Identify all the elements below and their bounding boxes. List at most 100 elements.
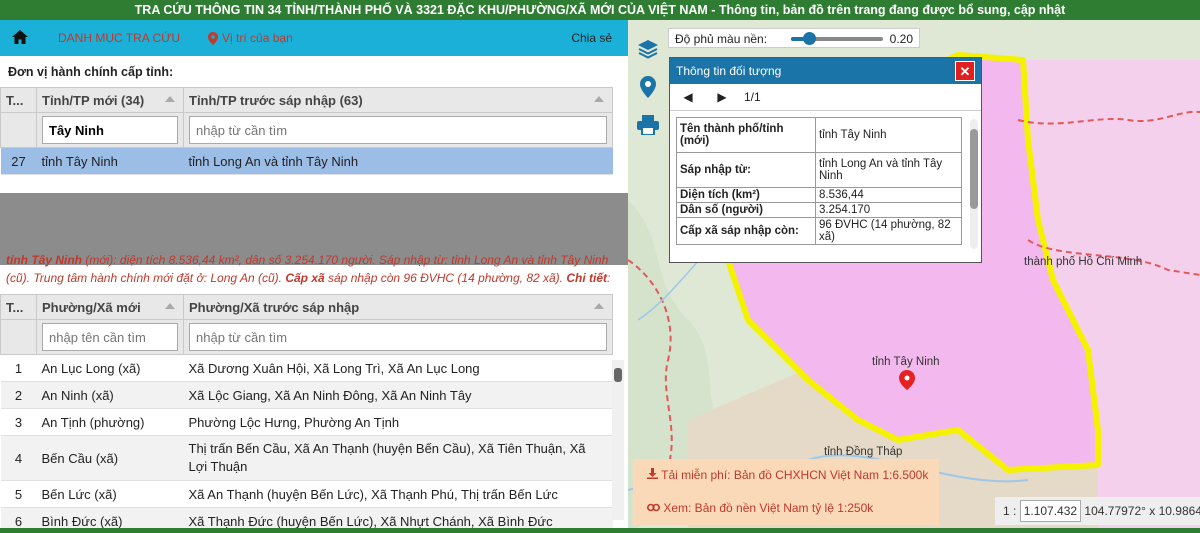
view-link-basemap[interactable]: Xem: Bản đồ nền Việt Nam tỷ lệ 1:250k	[633, 492, 939, 525]
popup-key: Tên thành phố/tỉnh (mới)	[676, 117, 816, 153]
summary-label-2: Cấp xã	[285, 271, 325, 285]
layers-icon[interactable]	[635, 34, 661, 64]
print-icon[interactable]	[635, 110, 661, 140]
popup-value: 96 ĐVHC (14 phường, 82 xã)	[815, 217, 962, 245]
popup-value: tỉnh Long An và tỉnh Tây Ninh	[815, 152, 962, 188]
link-icon	[647, 503, 660, 512]
summary-name: tỉnh Tây Ninh	[6, 253, 82, 267]
col-header-old-province-label: Tỉnh/TP trước sáp nhập (63)	[189, 92, 363, 108]
row-old-ward: Xã An Thạnh (huyện Bến Lức), Xã Thạnh Ph…	[183, 480, 613, 508]
download-icon	[647, 468, 658, 479]
page-subtitle: - Thông tin, bản đồ trên trang đang được…	[707, 3, 1066, 17]
popup-page-indicator: 1/1	[744, 90, 761, 104]
scale-input[interactable]: 1.107.432	[1019, 500, 1082, 522]
popup-value: tỉnh Tây Ninh	[815, 117, 962, 153]
popup-row: Tên thành phố/tỉnh (mới) tỉnh Tây Ninh	[676, 117, 962, 153]
ward-table-scrollbar[interactable]	[612, 360, 624, 520]
col-header-index[interactable]: T...	[0, 87, 37, 113]
row-new-ward: Bến Cầu (xã)	[36, 435, 184, 481]
col-header-index[interactable]: T...	[0, 294, 37, 320]
col-header-new-ward[interactable]: Phường/Xã mới	[36, 294, 184, 320]
sort-icon	[165, 96, 175, 102]
map-pin-icon	[208, 31, 219, 45]
row-index: 2	[0, 381, 37, 409]
row-old-ward: Xã Lộc Giang, Xã An Ninh Đông, Xã An Nin…	[183, 381, 613, 409]
scrollbar-thumb[interactable]	[970, 129, 978, 209]
summary-text-2: sáp nhập còn 96 ĐVHC (14 phường, 82 xã).	[324, 271, 567, 285]
prev-arrow-icon[interactable]: ◀	[680, 90, 696, 104]
home-icon[interactable]	[0, 29, 40, 47]
ward-filter-row	[0, 319, 613, 355]
table-row[interactable]: 2 An Ninh (xã) Xã Lộc Giang, Xã An Ninh …	[0, 381, 613, 409]
popup-pager: ◀ ▶ 1/1	[670, 84, 981, 111]
next-arrow-icon[interactable]: ▶	[714, 90, 730, 104]
col-header-new-province[interactable]: Tỉnh/TP mới (34)	[36, 87, 184, 113]
scrollbar-thumb[interactable]	[614, 368, 622, 382]
download-panel: Tải miễn phí: Bản đồ CHXHCN Việt Nam 1:6…	[633, 459, 939, 525]
popup-scrollbar[interactable]	[970, 119, 978, 249]
navbar: DANH MỤC TRA CỨU Vị trí của bạn Chia sẻ	[0, 20, 628, 56]
ward-header-row: T... Phường/Xã mới Phường/Xã trước sáp n…	[0, 294, 613, 320]
sort-icon	[594, 303, 604, 309]
view-link-basemap-label: Xem: Bản đồ nền Việt Nam tỷ lệ 1:250k	[663, 501, 874, 515]
close-icon[interactable]: ✕	[955, 61, 975, 81]
row-new-ward: An Lục Long (xã)	[36, 354, 184, 382]
row-index: 27	[0, 147, 37, 175]
opacity-slider[interactable]	[791, 32, 883, 45]
row-old-province: tỉnh Long An và tỉnh Tây Ninh	[183, 147, 613, 175]
row-index: 4	[0, 435, 37, 481]
popup-title: Thông tin đối tượng	[676, 64, 782, 78]
map-label-tay-ninh: tỉnh Tây Ninh	[872, 356, 940, 368]
province-header-row: T... Tỉnh/TP mới (34) Tỉnh/TP trước sáp …	[0, 87, 613, 113]
nav-location-link[interactable]: Vị trí của bạn	[208, 31, 293, 45]
download-link-map[interactable]: Tải miễn phí: Bản đồ CHXHCN Việt Nam 1:6…	[633, 459, 939, 492]
province-old-filter-input[interactable]	[189, 116, 607, 144]
share-link[interactable]: Chia sẻ	[571, 31, 612, 45]
row-old-ward: Phường Lộc Hưng, Phường An Tịnh	[183, 408, 613, 436]
col-header-new-ward-label: Phường/Xã mới	[42, 299, 141, 315]
popup-key: Sáp nhập từ:	[676, 152, 816, 188]
nav-catalog-link[interactable]: DANH MỤC TRA CỨU	[58, 31, 180, 45]
col-header-old-ward[interactable]: Phường/Xã trước sáp nhập	[183, 294, 613, 320]
location-pin-icon[interactable]	[635, 72, 661, 102]
scale-coordinates-box: 1 : 1.107.432 104.77972° x 10.9864	[995, 497, 1200, 525]
popup-row: Cấp xã sáp nhập còn: 96 ĐVHC (14 phường, …	[676, 217, 962, 245]
row-new-ward: Bến Lức (xã)	[36, 480, 184, 508]
sort-icon	[594, 96, 604, 102]
popup-key: Diện tích (km²)	[676, 187, 816, 203]
row-old-ward: Xã Dương Xuân Hội, Xã Long Trì, Xã An Lụ…	[183, 354, 613, 382]
scale-prefix: 1 :	[1003, 504, 1017, 518]
row-index: 1	[0, 354, 37, 382]
province-summary: tỉnh Tây Ninh (mới): diện tích 8.536,44 …	[6, 251, 622, 287]
row-new-ward: An Tịnh (phường)	[36, 408, 184, 436]
map-label-dong-thap: tỉnh Đồng Tháp	[824, 446, 903, 458]
summary-label-3: Chi tiết	[566, 271, 608, 285]
popup-info-table: Tên thành phố/tỉnh (mới) tỉnh Tây Ninh Sá…	[676, 117, 962, 245]
popup-content: Tên thành phố/tỉnh (mới) tỉnh Tây Ninh Sá…	[670, 111, 981, 255]
filter-cell-old	[183, 319, 613, 355]
province-section-label: Đơn vị hành chính cấp tỉnh:	[8, 65, 174, 79]
opacity-label: Độ phủ màu nền:	[675, 32, 768, 46]
filter-cell-empty	[0, 319, 37, 355]
table-row[interactable]: 27 tỉnh Tây Ninh tỉnh Long An và tỉnh Tâ…	[0, 147, 613, 175]
popup-row: Sáp nhập từ: tỉnh Long An và tỉnh Tây Nin…	[676, 152, 962, 188]
popup-value: 3.254.170	[815, 202, 962, 218]
province-new-filter-input[interactable]	[42, 116, 178, 144]
filter-cell-empty	[0, 112, 37, 148]
col-header-old-province[interactable]: Tỉnh/TP trước sáp nhập (63)	[183, 87, 613, 113]
row-new-ward: An Ninh (xã)	[36, 381, 184, 409]
opacity-slider-thumb[interactable]	[803, 32, 817, 45]
opacity-control: Độ phủ màu nền: 0.20	[668, 28, 920, 48]
ward-old-filter-input[interactable]	[189, 323, 607, 351]
ward-new-filter-input[interactable]	[42, 323, 178, 351]
row-old-ward: Thị trấn Bến Cầu, Xã An Thạnh (huyện Bến…	[183, 435, 613, 481]
opacity-value: 0.20	[889, 32, 913, 46]
popup-value: 8.536,44	[815, 187, 962, 203]
table-row[interactable]: 3 An Tịnh (phường) Phường Lộc Hưng, Phườ…	[0, 408, 613, 436]
download-link-map-label: Tải miễn phí: Bản đồ CHXHCN Việt Nam 1:6…	[661, 468, 929, 482]
table-row[interactable]: 4 Bến Cầu (xã) Thị trấn Bến Cầu, Xã An T…	[0, 435, 613, 481]
table-row[interactable]: 1 An Lục Long (xã) Xã Dương Xuân Hội, Xã…	[0, 354, 613, 382]
popup-row: Dân số (người) 3.254.170	[676, 202, 962, 218]
table-row[interactable]: 5 Bến Lức (xã) Xã An Thạnh (huyện Bến Lứ…	[0, 480, 613, 508]
bottom-bar	[0, 528, 1200, 533]
